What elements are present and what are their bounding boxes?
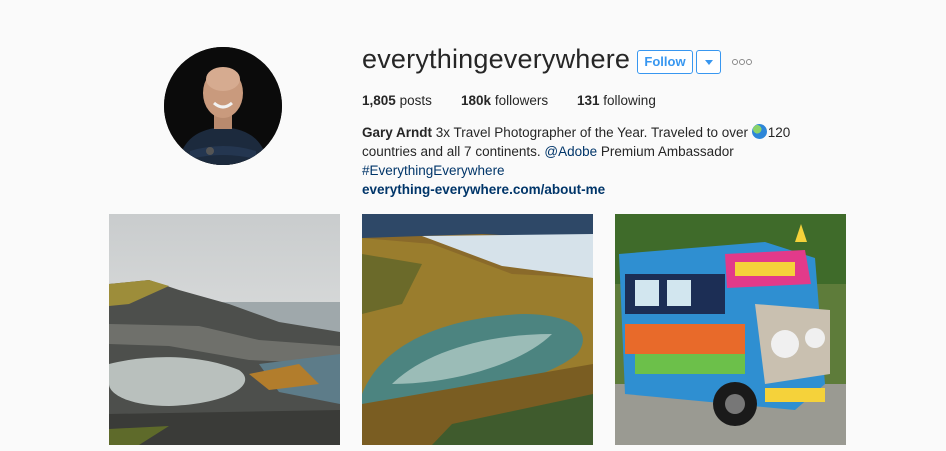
- post-thumbnail-2[interactable]: [362, 214, 593, 445]
- following-count: 131: [577, 93, 600, 108]
- posts-label: posts: [399, 93, 432, 108]
- coastal-rock-pool-photo: [109, 214, 340, 445]
- bio-text-1: 3x Travel Photographer of the Year. Trav…: [435, 125, 748, 140]
- profile-avatar: [164, 47, 282, 165]
- more-options-button[interactable]: [732, 56, 754, 68]
- profile-bio: Gary Arndt 3x Travel Photographer of the…: [362, 123, 832, 199]
- ellipsis-icon: [732, 59, 738, 65]
- profile-username: everythingeverywhere: [362, 44, 631, 74]
- globe-emoji-icon: [751, 124, 767, 139]
- followers-stat[interactable]: 180k followers: [461, 93, 548, 108]
- chevron-down-icon: [705, 60, 713, 65]
- bio-text-3: Premium Ambassador: [600, 144, 734, 159]
- posts-stat: 1,805 posts: [362, 93, 432, 108]
- painted-jeepney-photo: [615, 214, 846, 445]
- bio-hashtag-link[interactable]: #EverythingEverywhere: [362, 163, 505, 178]
- follow-button[interactable]: Follow: [637, 50, 693, 74]
- post-thumbnail-3[interactable]: [615, 214, 846, 445]
- mountain-lake-aerial-photo: [362, 214, 593, 445]
- followers-count: 180k: [461, 93, 492, 108]
- following-label: following: [603, 93, 656, 108]
- following-stat[interactable]: 131 following: [577, 93, 656, 108]
- post-thumbnail-1[interactable]: [109, 214, 340, 445]
- bio-mention-link[interactable]: @Adobe: [544, 144, 597, 159]
- followers-label: followers: [494, 93, 549, 108]
- follow-options-button[interactable]: [696, 50, 721, 74]
- profile-website-link[interactable]: everything-everywhere.com/about-me: [362, 182, 605, 197]
- posts-count: 1,805: [362, 93, 396, 108]
- bio-name: Gary Arndt: [362, 125, 433, 140]
